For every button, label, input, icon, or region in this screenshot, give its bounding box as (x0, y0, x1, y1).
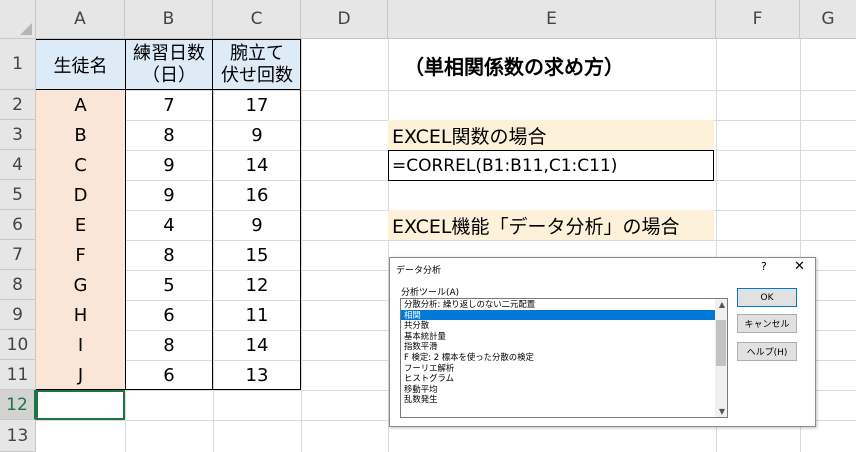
active-cell-a12[interactable] (36, 390, 125, 420)
cell-student-name[interactable]: D (36, 180, 125, 210)
row-header-8[interactable]: 8 (0, 270, 36, 300)
spreadsheet: A B C D E F G 1 2 3 4 5 6 7 8 9 10 11 12… (0, 0, 856, 452)
row-header-13[interactable]: 13 (0, 420, 36, 452)
row-header-4[interactable]: 4 (0, 150, 36, 180)
table-border (36, 39, 301, 40)
column-header-e[interactable]: E (388, 0, 716, 39)
header-pushup-line2: 伏せ回数 (221, 64, 293, 86)
cell-practice-days[interactable]: 7 (125, 90, 213, 120)
table-border (125, 39, 126, 390)
row-header-9[interactable]: 9 (0, 300, 36, 330)
cell-practice-days[interactable]: 9 (125, 180, 213, 210)
row-header-7[interactable]: 7 (0, 240, 36, 270)
column-header-d[interactable]: D (301, 0, 388, 39)
cell-practice-days[interactable]: 4 (125, 210, 213, 240)
list-item[interactable]: 分散分析: 繰り返しのない二元配置 (401, 299, 727, 310)
list-item[interactable]: 共分散 (401, 320, 727, 331)
list-item[interactable]: 基本統計量 (401, 331, 727, 342)
cell-pushup-count[interactable]: 16 (213, 180, 301, 210)
select-all-triangle-icon (20, 23, 32, 35)
cell-pushup-count[interactable]: 14 (213, 150, 301, 180)
excel-feature-label[interactable]: EXCEL機能「データ分析」の場合 (388, 210, 714, 240)
row-header-5[interactable]: 5 (0, 180, 36, 210)
list-item[interactable]: 乱数発生 (401, 394, 727, 405)
list-item[interactable]: フーリエ解析 (401, 363, 727, 374)
cell-pushup-count[interactable]: 9 (213, 120, 301, 150)
column-header-g[interactable]: G (800, 0, 856, 39)
help-question-icon[interactable]: ? (761, 260, 767, 273)
cell-practice-days[interactable]: 9 (125, 150, 213, 180)
cell-pushup-count[interactable]: 17 (213, 90, 301, 120)
excel-function-label[interactable]: EXCEL関数の場合 (388, 120, 714, 150)
cell-practice-days[interactable]: 6 (125, 300, 213, 330)
close-icon[interactable]: ✕ (794, 259, 805, 274)
cell-practice-days[interactable]: 8 (125, 240, 213, 270)
list-item[interactable]: 移動平均 (401, 384, 727, 395)
list-item[interactable]: F 検定: 2 標本を使った分散の検定 (401, 352, 727, 363)
select-all-corner[interactable] (0, 0, 36, 39)
listbox-scrollbar[interactable]: ▲ ▼ (715, 299, 727, 417)
row-header-1[interactable]: 1 (0, 39, 36, 90)
cell-practice-days[interactable]: 8 (125, 120, 213, 150)
cell-student-name[interactable]: I (36, 330, 125, 360)
cell-student-name[interactable]: C (36, 150, 125, 180)
help-button[interactable]: ヘルプ(H) (737, 342, 797, 361)
column-header-b[interactable]: B (125, 0, 213, 39)
row-header-11[interactable]: 11 (0, 360, 36, 390)
header-pushup-line1: 腕立て (230, 42, 284, 64)
row-header-10[interactable]: 10 (0, 330, 36, 360)
cell-practice-days[interactable]: 6 (125, 360, 213, 390)
cell-pushup-count[interactable]: 13 (213, 360, 301, 390)
column-header-f[interactable]: F (716, 0, 800, 39)
table-border (300, 39, 301, 390)
cell-pushup-count[interactable]: 9 (213, 210, 301, 240)
scroll-thumb[interactable] (716, 320, 726, 366)
cell-student-name[interactable]: F (36, 240, 125, 270)
row-header-6[interactable]: 6 (0, 210, 36, 240)
cell-student-name[interactable]: J (36, 360, 125, 390)
row-header-12[interactable]: 12 (0, 390, 36, 420)
analysis-tools-listbox[interactable]: 分散分析: 繰り返しのない二元配置 相関 共分散 基本統計量 指数平滑 F 検定… (400, 298, 728, 418)
cancel-button[interactable]: キャンセル (737, 314, 797, 333)
column-header-c[interactable]: C (213, 0, 301, 39)
list-item-selected[interactable]: 相関 (401, 309, 727, 321)
cell-student-name[interactable]: H (36, 300, 125, 330)
column-header-a[interactable]: A (36, 0, 125, 39)
row-header-2[interactable]: 2 (0, 90, 36, 120)
list-item[interactable]: ヒストグラム (401, 373, 727, 384)
list-item[interactable]: 指数平滑 (401, 341, 727, 352)
header-cell-practice-days[interactable]: 練習日数 （日） (125, 39, 213, 90)
cell-practice-days[interactable]: 8 (125, 330, 213, 360)
cell-student-name[interactable]: A (36, 90, 125, 120)
cell-pushup-count[interactable]: 14 (213, 330, 301, 360)
row-header-3[interactable]: 3 (0, 120, 36, 150)
scroll-up-icon[interactable]: ▲ (719, 300, 725, 309)
ok-button[interactable]: OK (737, 288, 797, 307)
dialog-title: データ分析 (396, 266, 442, 276)
analysis-tools-label: 分析ツール(A) (401, 288, 460, 298)
table-border (36, 89, 301, 90)
cell-pushup-count[interactable]: 11 (213, 300, 301, 330)
cell-pushup-count[interactable]: 12 (213, 270, 301, 300)
chevron-down-icon[interactable]: ▼ (719, 407, 725, 416)
cell-practice-days[interactable]: 5 (125, 270, 213, 300)
data-analysis-dialog: データ分析 ? ✕ 分析ツール(A) 分散分析: 繰り返しのない二元配置 相関 … (389, 257, 816, 427)
header-cell-student[interactable]: 生徒名 (36, 39, 125, 90)
header-cell-pushups[interactable]: 腕立て 伏せ回数 (213, 39, 301, 90)
section-title: （単相関係数の求め方） (404, 55, 624, 79)
cell-student-name[interactable]: E (36, 210, 125, 240)
cell-pushup-count[interactable]: 15 (213, 240, 301, 270)
table-border (212, 39, 213, 390)
formula-cell[interactable]: =CORREL(B1:B11,C1:C11) (388, 150, 714, 181)
cell-student-name[interactable]: B (36, 120, 125, 150)
header-practice-line1: 練習日数 (133, 42, 205, 64)
cell-student-name[interactable]: G (36, 270, 125, 300)
header-practice-line2: （日） (142, 64, 196, 86)
